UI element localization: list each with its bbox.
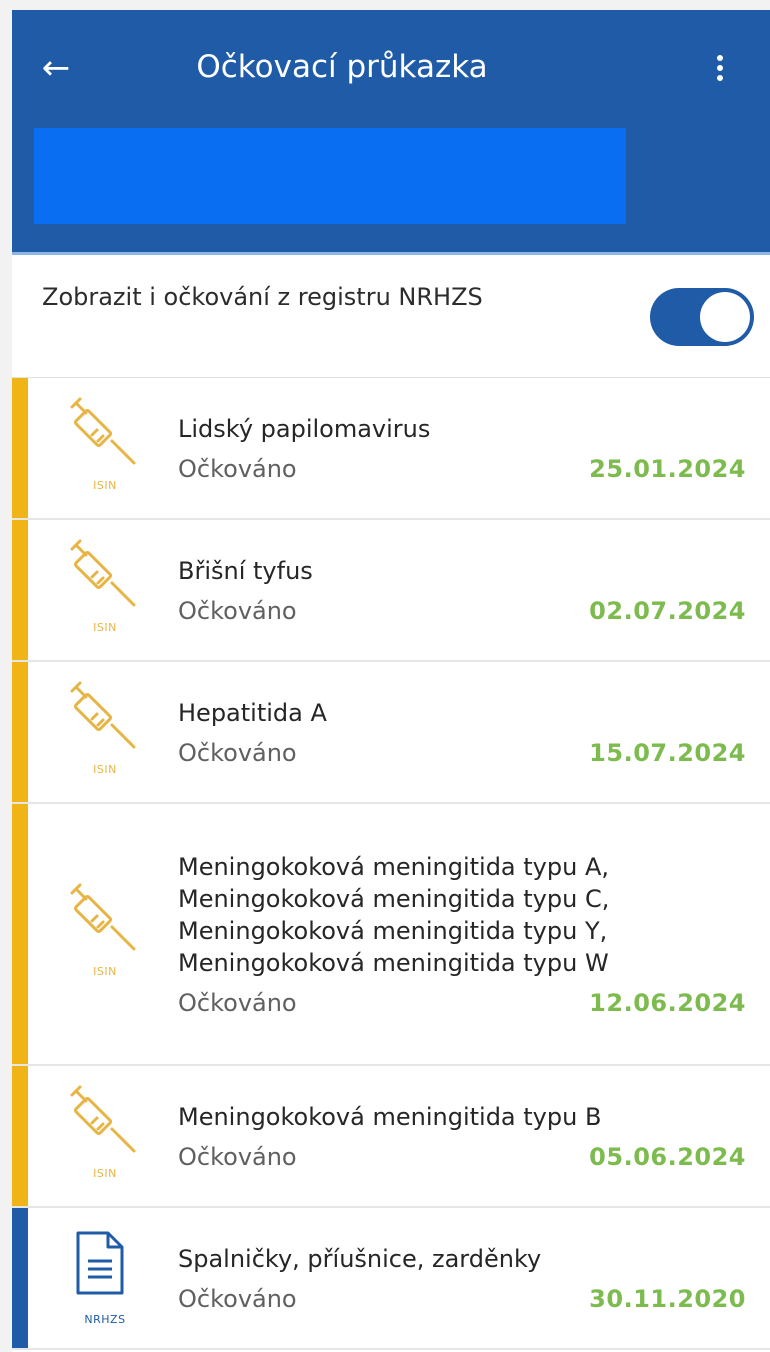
- vaccine-name: Hepatitida A: [178, 699, 327, 727]
- source-label: ISIN: [93, 1167, 117, 1180]
- page-title: Očkovací průkazka: [196, 49, 488, 85]
- app-screen: ← Očkovací průkazka Zobrazit i očkování …: [12, 10, 770, 1352]
- source-stripe: [12, 804, 28, 1064]
- redacted-patient-info: [34, 128, 626, 224]
- vaccination-row[interactable]: NRHZS Spalničky, příušnice, zarděnky Očkov…: [12, 1208, 770, 1350]
- source-stripe: [12, 378, 28, 518]
- vaccine-name: Spalničky, příušnice, zarděnky: [178, 1245, 542, 1273]
- vaccination-date: 02.07.2024: [589, 597, 746, 625]
- vaccine-name: Meningokoková meningitida typu A, Mening…: [178, 853, 610, 977]
- source-stripe: [12, 1208, 28, 1348]
- more-vert-icon: [717, 55, 723, 61]
- vaccination-row[interactable]: ISIN Meningokoková meningitida typu B Očko…: [12, 1066, 770, 1208]
- source-label: ISIN: [93, 621, 117, 634]
- vaccination-status: Očkováno: [178, 1143, 297, 1171]
- source-label: ISIN: [93, 965, 117, 978]
- vaccination-row[interactable]: ISIN Meningokoková meningitida typu A, Me…: [12, 804, 770, 1066]
- vaccine-name: Lidský papilomavirus: [178, 415, 431, 443]
- arrow-left-icon: ←: [41, 48, 71, 88]
- source-label: ISIN: [93, 763, 117, 776]
- vaccination-status: Očkováno: [178, 739, 297, 767]
- more-menu-button[interactable]: [700, 46, 740, 90]
- vaccine-name: Meningokoková meningitida typu B: [178, 1103, 602, 1131]
- back-button[interactable]: ←: [34, 46, 78, 90]
- vaccination-row[interactable]: ISIN Lidský papilomavirus Očkováno 25.01.20…: [12, 378, 770, 520]
- syringe-icon: ISIN: [60, 397, 150, 497]
- vaccination-date: 15.07.2024: [589, 739, 746, 767]
- vaccination-date: 05.06.2024: [589, 1143, 746, 1171]
- syringe-icon: ISIN: [60, 883, 150, 983]
- vaccine-name: Břišní tyfus: [178, 557, 313, 585]
- source-stripe: [12, 662, 28, 802]
- vaccination-date: 12.06.2024: [589, 989, 746, 1017]
- document-icon: NRHZS: [60, 1227, 150, 1327]
- vaccination-row[interactable]: ISIN Hepatitida A Očkováno 15.07.2024: [12, 662, 770, 804]
- nrhzs-filter-row: Zobrazit i očkování z registru NRHZS: [12, 252, 770, 378]
- source-label: ISIN: [93, 479, 117, 492]
- source-stripe: [12, 1066, 28, 1206]
- nrhzs-filter-label: Zobrazit i očkování z registru NRHZS: [42, 283, 483, 311]
- syringe-icon: ISIN: [60, 1085, 150, 1185]
- vaccination-status: Očkováno: [178, 597, 297, 625]
- vaccination-status: Očkováno: [178, 1285, 297, 1313]
- app-bar: ← Očkovací průkazka: [12, 10, 770, 252]
- vaccination-date: 30.11.2020: [589, 1285, 746, 1313]
- vaccination-row[interactable]: ISIN Břišní tyfus Očkováno 02.07.2024: [12, 520, 770, 662]
- nrhzs-toggle-switch[interactable]: [650, 288, 754, 346]
- syringe-icon: ISIN: [60, 681, 150, 781]
- toggle-knob: [700, 292, 750, 342]
- syringe-icon: ISIN: [60, 539, 150, 639]
- source-stripe: [12, 520, 28, 660]
- vaccination-list: ISIN Lidský papilomavirus Očkováno 25.01.20…: [12, 378, 770, 1350]
- vaccination-status: Očkováno: [178, 989, 297, 1017]
- source-label: NRHZS: [84, 1313, 126, 1326]
- vaccination-status: Očkováno: [178, 455, 297, 483]
- vaccination-date: 25.01.2024: [589, 455, 746, 483]
